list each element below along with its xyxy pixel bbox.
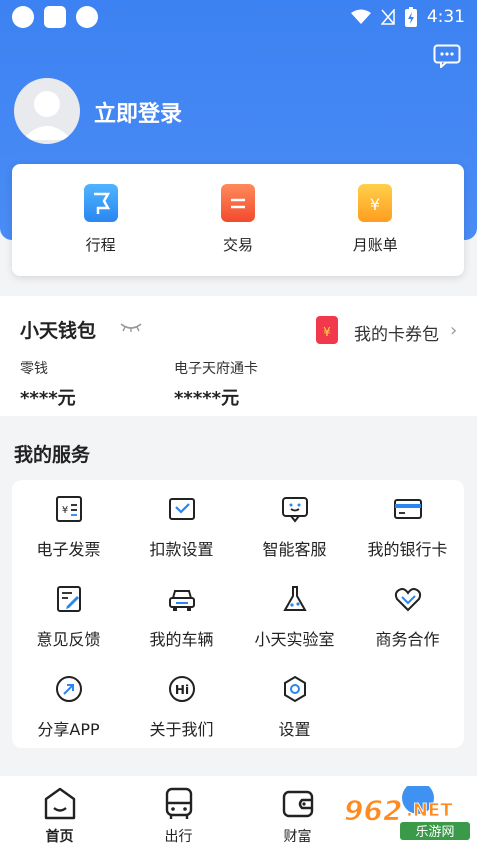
quick-actions-card: 行程 交易 ¥ 月账单 bbox=[12, 164, 464, 276]
balance-value[interactable]: ****元 bbox=[20, 384, 76, 410]
svg-text:962: 962 bbox=[344, 794, 402, 827]
svg-text:¥: ¥ bbox=[370, 195, 380, 214]
coupon-link[interactable]: 我的卡券包 bbox=[354, 320, 439, 345]
service-item[interactable]: 商务合作 bbox=[351, 584, 464, 660]
coupon-icon[interactable]: ¥ bbox=[316, 316, 338, 344]
app-notification-icon bbox=[76, 6, 98, 28]
share-icon bbox=[55, 676, 82, 702]
service-item[interactable]: 设置 bbox=[238, 674, 351, 750]
bill-icon: ¥ bbox=[358, 184, 393, 222]
quick-action-label: 行程 bbox=[85, 236, 116, 254]
service-item[interactable]: 扣款设置 bbox=[125, 494, 238, 570]
service-label: 小天实验室 bbox=[254, 630, 335, 649]
status-left bbox=[12, 6, 98, 28]
quick-action-label: 月账单 bbox=[352, 236, 398, 254]
service-item[interactable]: 我的银行卡 bbox=[351, 494, 464, 570]
invoice-icon: ¥ bbox=[55, 496, 82, 522]
services-title: 我的服务 bbox=[14, 444, 91, 466]
svg-text:¥: ¥ bbox=[61, 505, 67, 516]
app-notification-icon bbox=[12, 6, 34, 28]
trade-icon bbox=[220, 184, 255, 222]
payment-settings-icon bbox=[168, 498, 195, 520]
tab-label: 财富 bbox=[283, 829, 312, 845]
tab-label: 出行 bbox=[164, 829, 193, 845]
quick-action-bill[interactable]: ¥ 月账单 bbox=[320, 184, 430, 276]
lab-icon bbox=[282, 586, 307, 611]
wallet-section: 小天钱包 ¥ 我的卡券包 › 零钱 ****元 电子天府通卡 *****元 bbox=[0, 296, 477, 416]
settings-icon bbox=[283, 675, 306, 703]
watermark-logo: 962 .NET 乐游网 bbox=[344, 786, 470, 840]
vehicle-icon bbox=[168, 590, 195, 611]
service-item[interactable]: 分享APP bbox=[12, 674, 125, 750]
service-label: 扣款设置 bbox=[149, 540, 214, 559]
quick-action-label: 交易 bbox=[222, 236, 253, 254]
tab-home[interactable]: 首页 bbox=[0, 776, 119, 848]
bus-icon bbox=[165, 787, 192, 819]
cooperation-icon bbox=[394, 588, 421, 612]
service-item[interactable]: 我的车辆 bbox=[125, 584, 238, 660]
service-label: 分享APP bbox=[37, 720, 100, 739]
status-bar: 4:31 bbox=[0, 0, 477, 36]
service-label: 我的银行卡 bbox=[367, 540, 448, 559]
feedback-icon bbox=[56, 586, 81, 612]
chevron-right-icon: › bbox=[450, 320, 458, 341]
balance-label: 零钱 bbox=[20, 361, 48, 377]
tab-travel[interactable]: 出行 bbox=[119, 776, 238, 848]
svg-text:Hi: Hi bbox=[174, 683, 188, 697]
service-label: 关于我们 bbox=[149, 720, 214, 739]
customer-service-icon bbox=[281, 497, 308, 523]
svg-text:¥: ¥ bbox=[323, 325, 331, 339]
service-label: 意见反馈 bbox=[36, 630, 101, 649]
no-signal-icon bbox=[380, 9, 395, 25]
eye-closed-icon[interactable] bbox=[120, 322, 142, 332]
bank-card-icon bbox=[393, 499, 422, 519]
wallet-icon bbox=[282, 790, 313, 818]
status-time: 4:31 bbox=[426, 7, 465, 27]
balance-value[interactable]: *****元 bbox=[174, 384, 239, 410]
quick-action-trip[interactable]: 行程 bbox=[46, 184, 156, 276]
status-right: 4:31 bbox=[350, 7, 465, 27]
service-label: 智能客服 bbox=[262, 540, 327, 559]
quick-action-trade[interactable]: 交易 bbox=[183, 184, 293, 276]
avatar[interactable] bbox=[14, 78, 80, 144]
service-label: 电子发票 bbox=[36, 540, 101, 559]
service-item[interactable]: 智能客服 bbox=[238, 494, 351, 570]
svg-text:.NET: .NET bbox=[406, 800, 453, 821]
about-icon: Hi bbox=[168, 676, 195, 702]
service-label: 我的车辆 bbox=[149, 630, 214, 649]
service-label: 设置 bbox=[278, 720, 311, 739]
service-item[interactable]: Hi 关于我们 bbox=[125, 674, 238, 750]
service-item[interactable]: ¥ 电子发票 bbox=[12, 494, 125, 570]
service-item[interactable]: 意见反馈 bbox=[12, 584, 125, 660]
message-icon[interactable] bbox=[433, 44, 461, 68]
default-avatar-icon bbox=[22, 91, 72, 140]
home-icon bbox=[44, 787, 75, 820]
balance-label: 电子天府通卡 bbox=[174, 361, 258, 377]
service-label: 商务合作 bbox=[375, 630, 440, 649]
battery-charging-icon bbox=[404, 7, 417, 27]
tab-label: 首页 bbox=[45, 829, 74, 845]
services-grid: ¥ 电子发票 扣款设置 智能客服 我的银行卡 意见反馈 我的车辆 小天实验室 商… bbox=[12, 494, 464, 750]
wifi-icon bbox=[350, 9, 371, 24]
svg-text:乐游网: 乐游网 bbox=[415, 825, 454, 840]
login-link[interactable]: 立即登录 bbox=[94, 96, 182, 128]
service-item[interactable]: 小天实验室 bbox=[238, 584, 351, 660]
trip-icon bbox=[83, 184, 118, 222]
app-notification-icon bbox=[44, 6, 66, 28]
services-card: ¥ 电子发票 扣款设置 智能客服 我的银行卡 意见反馈 我的车辆 小天实验室 商… bbox=[12, 480, 464, 748]
wallet-title: 小天钱包 bbox=[20, 320, 97, 342]
